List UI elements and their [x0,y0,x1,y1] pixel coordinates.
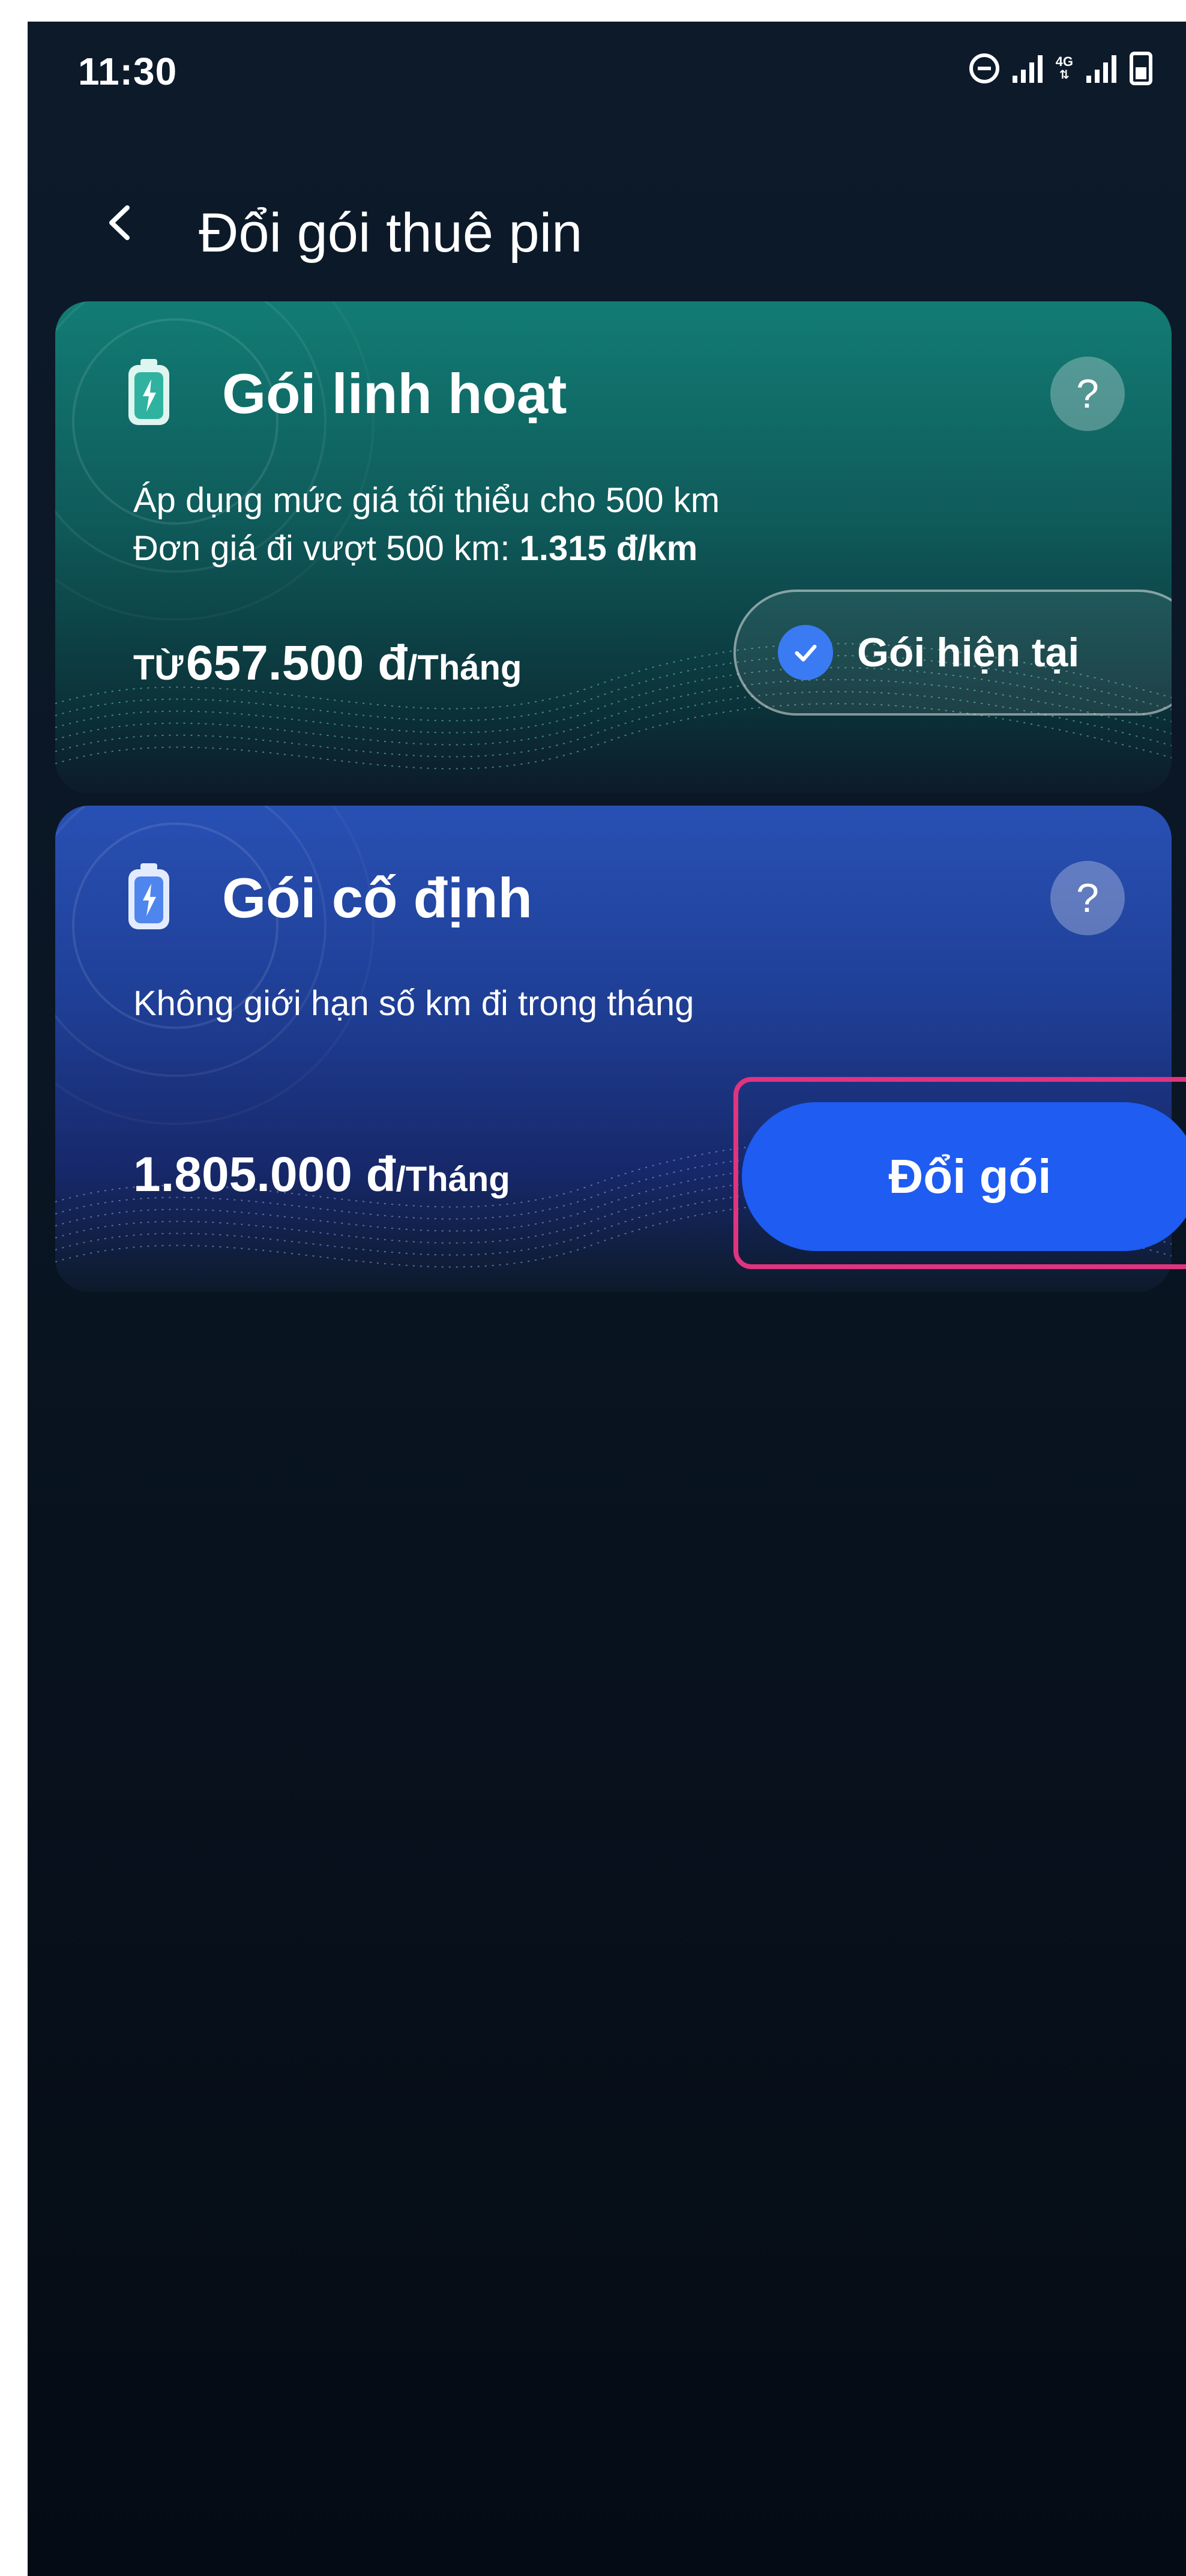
plan-description: Không giới hạn số km đi trong tháng [133,980,694,1028]
price-unit: /Tháng [396,1160,510,1199]
plan-title: Gói cố định [222,866,532,929]
back-button[interactable] [100,202,142,244]
plan-card-flexible: Gói linh hoạt ? Áp dụng mức giá tối thiể… [55,301,1172,794]
change-plan-button[interactable]: Đổi gói [742,1102,1186,1251]
signal-4g-icon: 4G ⇅ [1055,54,1073,82]
battery-icon [128,863,169,929]
status-time: 11:30 [78,50,178,93]
signal-icon [1086,54,1116,83]
price-amount: 1.805.000 đ [133,1147,396,1202]
price-amount: 657.500 đ [186,636,408,690]
plan-desc-line: Áp dụng mức giá tối thiểu cho 500 km [133,481,720,520]
chevron-left-icon [109,205,130,240]
battery-icon [1130,52,1152,85]
help-icon[interactable]: ? [1050,357,1125,431]
plan-description: Áp dụng mức giá tối thiểu cho 500 km Đơn… [133,477,720,573]
battery-icon [128,359,169,425]
plan-price: TỪ 657.500 đ/Tháng [133,635,522,692]
price-unit: /Tháng [408,648,522,687]
network-type-label: 4G [1055,54,1073,69]
overage-label: Đơn giá đi vượt 500 km: [133,529,520,568]
do-not-disturb-icon [969,53,999,83]
plan-price: 1.805.000 đ/Tháng [133,1147,510,1203]
status-bar: 11:30 4G ⇅ [28,22,1186,124]
overage-price: 1.315 đ/km [519,529,698,568]
status-icons: 4G ⇅ [969,52,1152,85]
help-icon[interactable]: ? [1050,861,1125,935]
plan-title: Gói linh hoạt [222,362,567,425]
plan-desc-line: Đơn giá đi vượt 500 km: 1.315 đ/km [133,525,720,573]
plan-desc-line: Không giới hạn số km đi trong tháng [133,984,694,1023]
price-prefix: TỪ [133,648,184,687]
current-plan-badge: Gói hiện tại [733,590,1172,716]
signal-icon [1012,54,1043,83]
current-plan-label: Gói hiện tại [857,630,1080,675]
page-title: Đổi gói thuê pin [199,202,583,264]
check-icon [778,625,833,680]
page-header: Đổi gói thuê pin [28,172,1186,268]
app-screen: 11:30 4G ⇅ Đổi gói thuê pin Gói linh hoạ… [28,22,1186,2576]
